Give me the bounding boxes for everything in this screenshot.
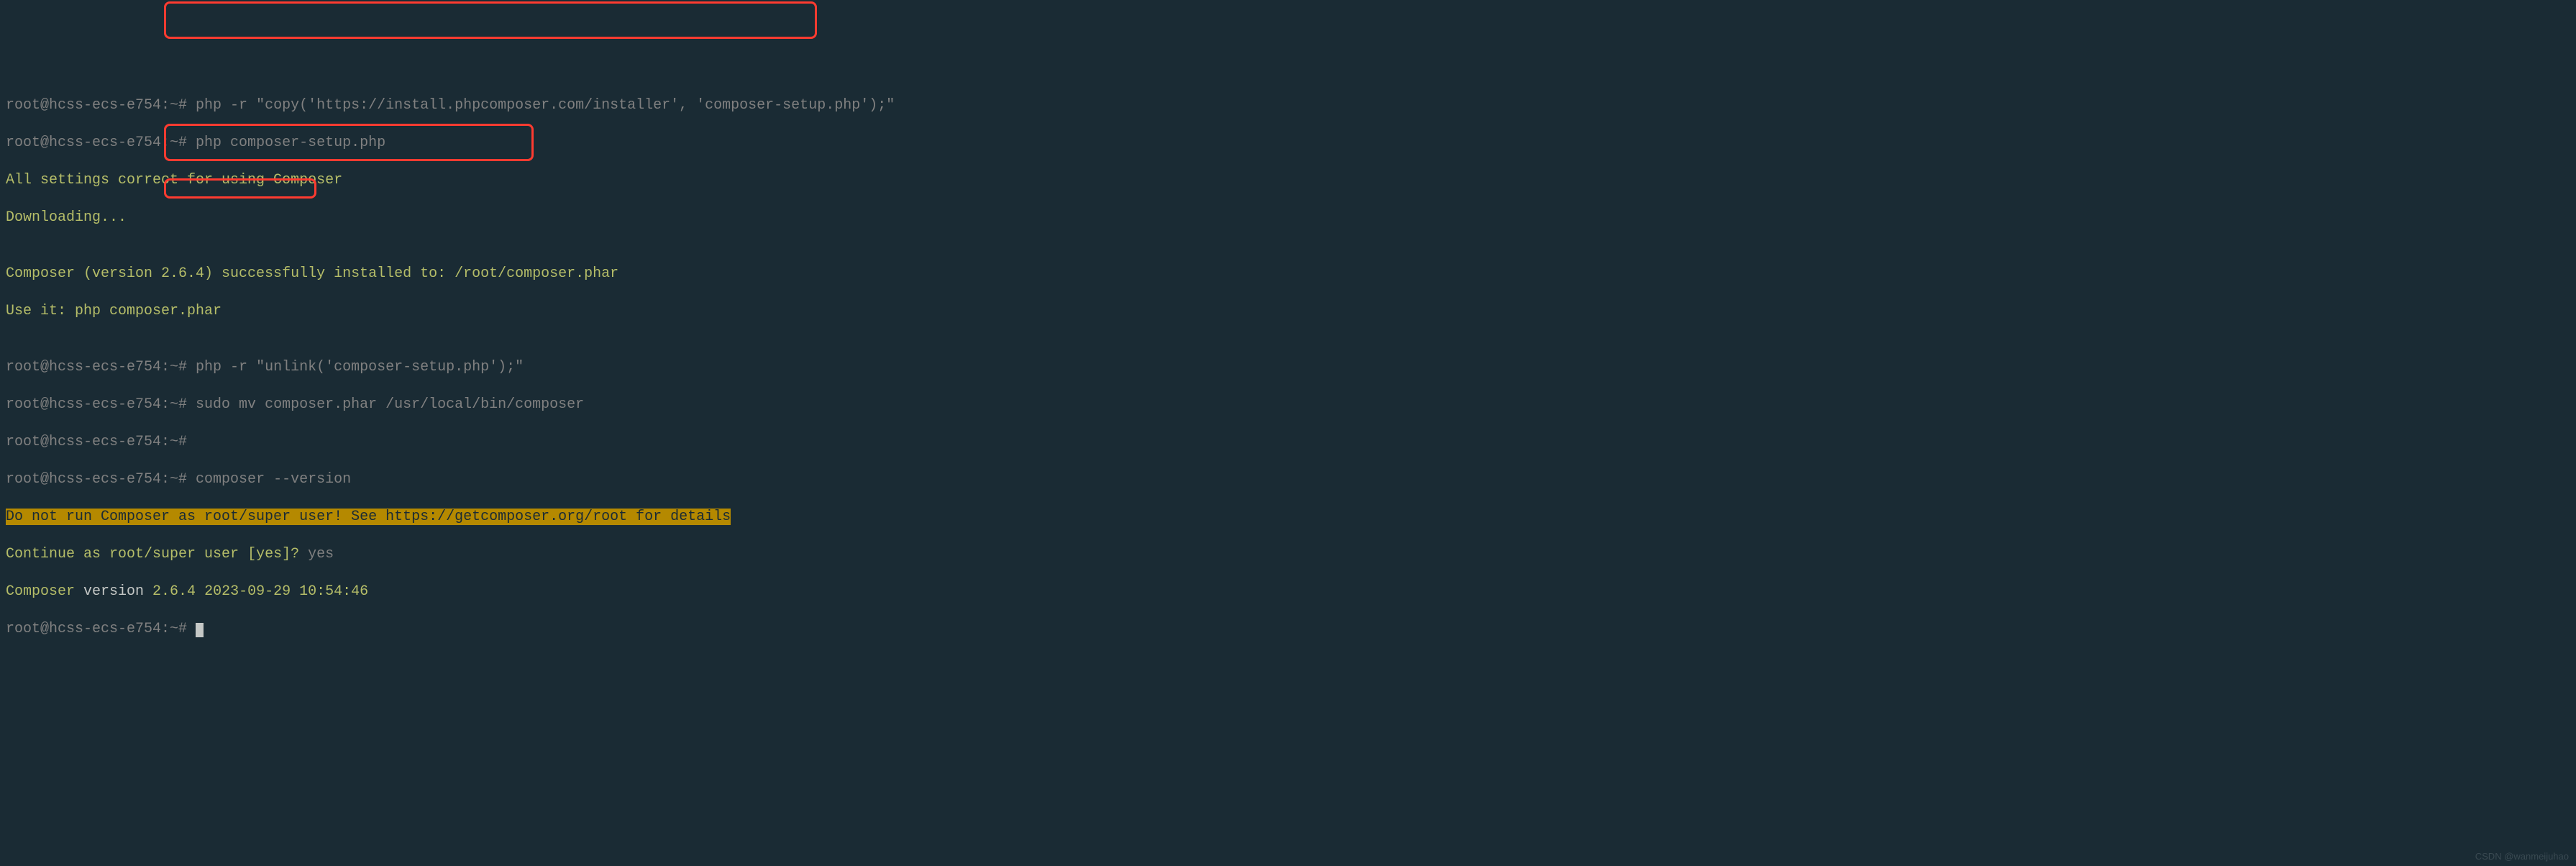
command-text: php composer-setup.php [187,135,385,151]
terminal-line: root@hcss-ecs-e754:~# composer --version [6,470,2570,489]
annotation-box [164,1,817,39]
version-date: 2023-09-29 10:54:46 [196,583,368,600]
shell-prompt: root@hcss-ecs-e754:~# [6,359,187,375]
terminal-line: root@hcss-ecs-e754:~# php -r "copy('http… [6,96,2570,115]
watermark-text: CSDN @wanmeijuhao [2475,851,2569,863]
terminal-line: root@hcss-ecs-e754:~# [6,620,2570,639]
shell-prompt: root@hcss-ecs-e754:~# [6,621,187,637]
terminal-line: root@hcss-ecs-e754:~# php composer-setup… [6,134,2570,152]
prompt-line: Continue as root/super user [yes]? yes [6,545,2570,564]
output-line: Composer (version 2.6.4) successfully in… [6,265,2570,283]
default-value: [yes] [247,546,291,562]
terminal-line: root@hcss-ecs-e754:~# sudo mv composer.p… [6,396,2570,414]
question-text: Continue as root/super user [6,546,247,562]
command-text: composer --version [187,471,351,488]
terminal-line: root@hcss-ecs-e754:~# [6,433,2570,452]
user-input: yes [308,546,334,562]
warning-text: Do not run Composer as root/super user! … [6,509,731,525]
output-line: Use it: php composer.phar [6,302,2570,321]
shell-prompt: root@hcss-ecs-e754:~# [6,396,187,413]
shell-prompt: root@hcss-ecs-e754:~# [6,471,187,488]
command-text: php -r "copy('https://install.phpcompose… [187,97,895,114]
shell-prompt: root@hcss-ecs-e754:~# [6,135,187,151]
command-text [187,621,196,637]
terminal-output[interactable]: root@hcss-ecs-e754:~# php -r "copy('http… [6,78,2570,657]
command-text: php -r "unlink('composer-setup.php');" [187,359,524,375]
terminal-line: root@hcss-ecs-e754:~# php -r "unlink('co… [6,358,2570,377]
output-line: Downloading... [6,209,2570,227]
app-name: Composer [6,583,75,600]
cursor-icon [196,623,204,637]
question-text: ? [291,546,308,562]
version-label: version [75,583,152,600]
shell-prompt: root@hcss-ecs-e754:~# [6,97,187,114]
output-line: All settings correct for using Composer [6,171,2570,190]
shell-prompt: root@hcss-ecs-e754:~# [6,434,187,450]
version-line: Composer version 2.6.4 2023-09-29 10:54:… [6,583,2570,601]
version-number: 2.6.4 [152,583,196,600]
command-text: sudo mv composer.phar /usr/local/bin/com… [187,396,584,413]
warning-line: Do not run Composer as root/super user! … [6,508,2570,527]
